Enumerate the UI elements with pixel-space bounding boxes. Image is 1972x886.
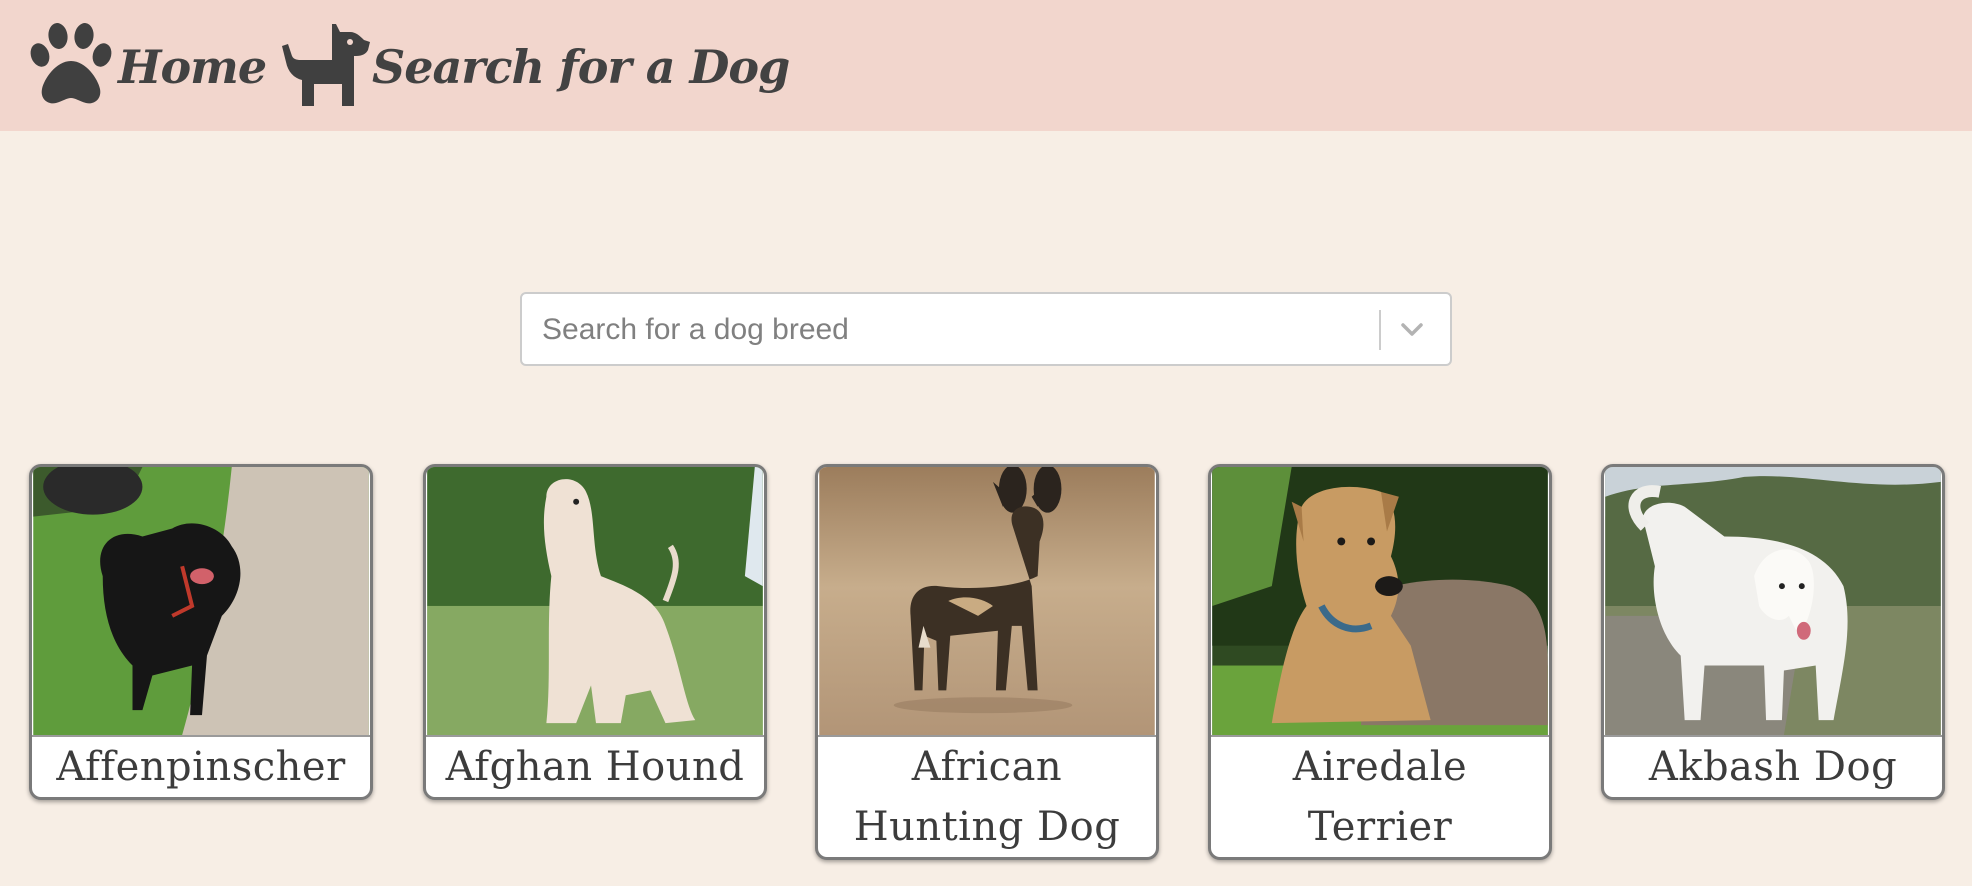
dog-icon bbox=[280, 22, 372, 112]
home-label: Home bbox=[118, 40, 267, 94]
breed-card[interactable]: Airedale Terrier bbox=[1208, 464, 1552, 860]
breed-name: Afghan Hound bbox=[445, 744, 745, 790]
affenpinscher-photo bbox=[32, 467, 370, 737]
african-hunting-dog-photo bbox=[818, 467, 1156, 737]
search-for-a-dog-link[interactable]: Search for a Dog bbox=[280, 22, 790, 112]
breed-search-input[interactable] bbox=[540, 294, 1374, 366]
akbash-dog-photo bbox=[1604, 467, 1942, 737]
breed-name: African Hunting Dog bbox=[853, 744, 1121, 850]
breed-card[interactable]: Afghan Hound bbox=[423, 464, 767, 800]
home-link[interactable]: Home bbox=[26, 22, 267, 112]
paw-icon bbox=[26, 23, 118, 111]
afghan-hound-photo bbox=[426, 467, 764, 737]
breed-card[interactable]: African Hunting Dog bbox=[815, 464, 1159, 860]
breed-name: Airedale Terrier bbox=[1292, 744, 1468, 850]
top-navbar: Home Search for a Dog bbox=[0, 0, 1972, 131]
breed-name: Affenpinscher bbox=[56, 744, 346, 790]
breed-card[interactable]: Affenpinscher bbox=[29, 464, 373, 800]
breed-search-select[interactable] bbox=[520, 292, 1452, 366]
search-for-a-dog-label: Search for a Dog bbox=[372, 40, 790, 94]
airedale-terrier-photo bbox=[1211, 467, 1549, 737]
search-separator bbox=[1379, 310, 1381, 350]
breed-card[interactable]: Akbash Dog bbox=[1601, 464, 1945, 800]
breed-name: Akbash Dog bbox=[1648, 744, 1898, 790]
chevron-down-icon[interactable] bbox=[1392, 310, 1432, 350]
